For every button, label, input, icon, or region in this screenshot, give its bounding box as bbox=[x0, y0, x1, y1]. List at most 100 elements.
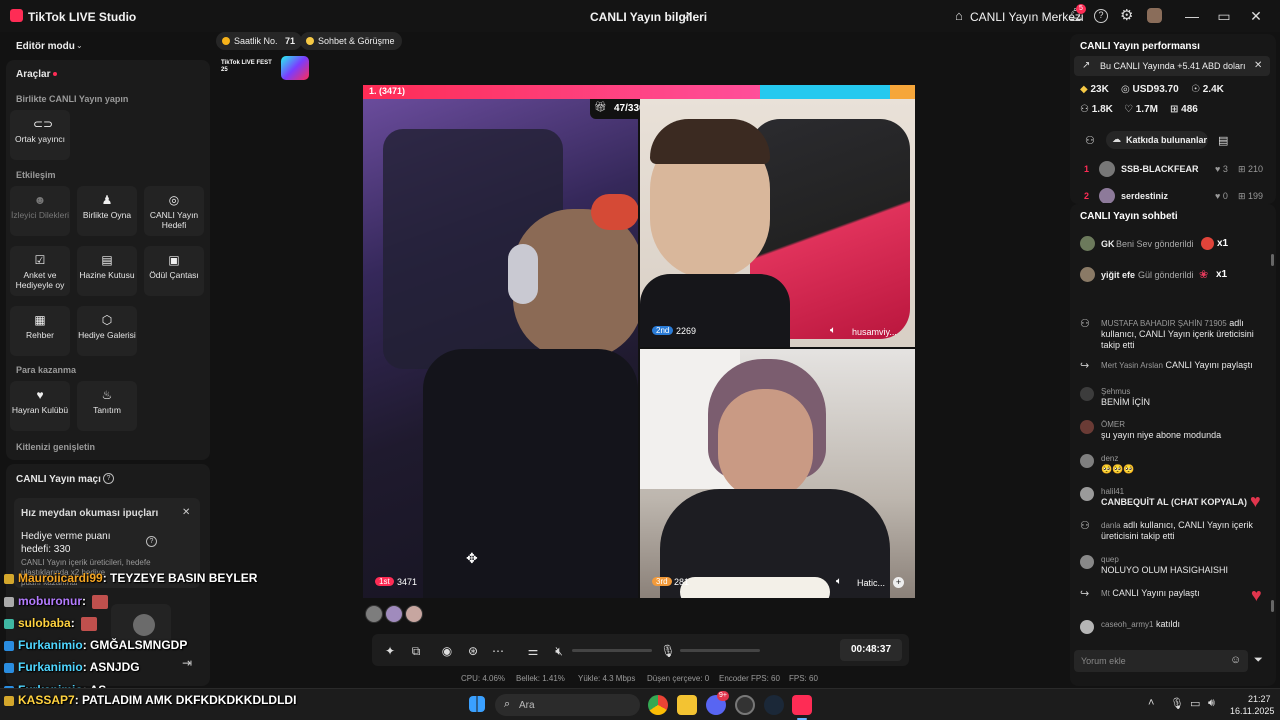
leaderboard-avatar bbox=[1099, 161, 1115, 177]
tile-promote[interactable]: ♨ Tanıtım bbox=[77, 381, 137, 431]
volume-icon[interactable]: 🔊︎ bbox=[1208, 697, 1215, 710]
add-user-icon[interactable]: ⚇ bbox=[1085, 134, 1095, 147]
tile-reward-bag[interactable]: ▣ Ödül Çantası bbox=[144, 246, 204, 296]
chat-avatar bbox=[1080, 555, 1094, 569]
windows-start-icon[interactable] bbox=[469, 696, 485, 712]
comment-input[interactable]: Yorum ekle bbox=[1081, 656, 1126, 666]
contributors-tab[interactable]: ☁ Katkıda bulunanlar bbox=[1106, 131, 1208, 149]
tile-treasure-box[interactable]: ▤ Hazine Kutusu bbox=[77, 246, 137, 296]
emoji-icon[interactable]: ☺ bbox=[1230, 654, 1241, 666]
food-plate bbox=[680, 577, 830, 598]
microphone-icon[interactable]: 🎙︎ bbox=[1170, 697, 1184, 710]
clock-time[interactable]: 21:27 bbox=[1248, 694, 1271, 704]
tips-close-icon[interactable]: ✕ bbox=[182, 507, 190, 518]
tile-poll[interactable]: ☑ Anket ve Hediyeyle oy bbox=[10, 246, 70, 296]
leaderboard-row[interactable]: 1 SSB-BLACKFEAR ♥ 3 ⊞ 210 bbox=[1080, 160, 1270, 180]
minimize-button[interactable]: — bbox=[1180, 6, 1204, 26]
maximize-button[interactable]: ▭ bbox=[1212, 6, 1236, 26]
tile-play-together[interactable]: ♟ Birlikte Oyna bbox=[77, 186, 137, 236]
live-fest-badge[interactable]: TikTok LIVE FEST 25 bbox=[219, 56, 311, 80]
chat-message: ÖMER şu yayın niye abone modunda bbox=[1080, 419, 1270, 441]
speaker-icon[interactable]: 🔈︎ bbox=[836, 576, 842, 587]
player-2-video[interactable]: 2nd 2269 🔈︎ husamviy... bbox=[640, 99, 915, 347]
info-icon[interactable]: ? bbox=[103, 473, 114, 484]
player-3-score: 281 bbox=[674, 577, 690, 587]
gift-notice-row: yiğit efe Gül gönderildi ❀ x1 bbox=[1080, 267, 1260, 283]
fps-stat: FPS: 60 bbox=[789, 674, 818, 683]
tile-guide[interactable]: ▦ Rehber bbox=[10, 306, 70, 356]
more-icon[interactable]: ⋯ bbox=[490, 644, 506, 658]
camera-settings-icon[interactable]: ⊛ bbox=[465, 644, 481, 658]
leaderboard-name: serdestiniz bbox=[1121, 191, 1169, 201]
headphone-shape bbox=[508, 244, 538, 304]
viewer-avatars[interactable] bbox=[365, 605, 427, 623]
tiktok-live-studio-icon[interactable] bbox=[792, 695, 812, 715]
steam-icon[interactable] bbox=[764, 695, 784, 715]
clock-date[interactable]: 16.11.2025 bbox=[1230, 706, 1274, 716]
gift-gallery-icon: ⬡ bbox=[101, 313, 113, 327]
add-icon[interactable]: + bbox=[893, 577, 904, 588]
comment-input-box[interactable]: Yorum ekle ☺ bbox=[1074, 650, 1248, 672]
layout-icon[interactable]: ⧉ bbox=[408, 644, 424, 658]
treasure-icon: ▤ bbox=[101, 253, 113, 267]
player-3-video[interactable]: 3rd 281 🔈︎ Hatic... + bbox=[640, 349, 915, 598]
editor-mode-dropdown[interactable]: Editör modu bbox=[16, 41, 75, 52]
gift-goal-label: Hediye verme puanı hedefi: 330 bbox=[21, 531, 111, 555]
help-icon[interactable]: ? bbox=[1094, 9, 1108, 23]
book-icon: ▦ bbox=[34, 313, 46, 327]
gift-goal-help-icon[interactable]: ? bbox=[146, 536, 157, 547]
battle-orange-segment bbox=[890, 85, 915, 99]
floating-heart-icon: ♥ bbox=[1251, 585, 1262, 605]
leaderboard-row[interactable]: 2 serdestiniz ♥ 0 ⊞ 199 bbox=[1080, 187, 1270, 203]
record-icon[interactable]: ◉ bbox=[439, 644, 455, 658]
leaderboard-hearts: ♥ 3 bbox=[1215, 164, 1228, 174]
gift-count: x1 bbox=[1217, 238, 1229, 249]
taskbar-search[interactable]: ⌕ Ara bbox=[495, 694, 640, 716]
chrome-icon[interactable] bbox=[648, 695, 668, 715]
microphone-icon[interactable]: 🎙︎ bbox=[660, 644, 676, 658]
category-chip[interactable]: Sohbet & Görüşme bbox=[300, 32, 402, 50]
settings-gear-icon[interactable]: ⚙ bbox=[1120, 6, 1133, 24]
chat-message: ⚇ danla adlı kullanıcı, CANLI Yayın içer… bbox=[1080, 520, 1253, 541]
share-icon[interactable]: ↗ bbox=[682, 9, 692, 23]
live-chat-title: CANLI Yayın sohbeti bbox=[1080, 211, 1178, 222]
follow-icon: ⚇ bbox=[1080, 318, 1090, 330]
speaker-volume-slider[interactable] bbox=[572, 649, 652, 652]
hourly-rank-value: 71 bbox=[285, 36, 296, 46]
list-icon[interactable]: ▤ bbox=[1218, 134, 1228, 147]
hourly-rank-chip[interactable]: Saatlik No. 71 bbox=[216, 32, 303, 50]
profile-avatar[interactable] bbox=[1147, 8, 1162, 23]
app-icon[interactable] bbox=[735, 695, 755, 715]
tile-co-host[interactable]: ⊂⊃ Ortak yayıncı bbox=[10, 110, 70, 160]
editor-mode-panel: Editör modu ⌄ bbox=[6, 34, 210, 58]
speaker-mute-icon[interactable]: 🔇︎ bbox=[551, 644, 567, 658]
equalizer-icon[interactable]: ⚌ bbox=[525, 644, 541, 658]
chat-scrollbar[interactable] bbox=[1271, 254, 1274, 266]
tile-gift-gallery[interactable]: ⬡ Hediye Galerisi bbox=[77, 306, 137, 356]
tile-live-goal[interactable]: ◎ CANLI Yayın Hedefi bbox=[144, 186, 204, 236]
poll-icon: ☑ bbox=[34, 253, 46, 267]
user-badge-icon bbox=[4, 618, 14, 629]
taskbar-search-input[interactable]: Ara bbox=[519, 700, 535, 711]
earning-close-icon[interactable]: ✕ bbox=[1254, 60, 1262, 71]
stream-control-bar: ✦ ⧉ ◉ ⊛ ⋯ ⚌ 🔇︎ 🎙︎ 00:48:37 bbox=[372, 634, 909, 666]
mic-volume-slider[interactable] bbox=[680, 649, 760, 652]
display-icon[interactable]: ▭ bbox=[1190, 697, 1200, 710]
filter-icon[interactable]: ⏷ bbox=[1254, 654, 1263, 667]
chevron-up-icon[interactable]: ˄ bbox=[1148, 697, 1154, 709]
chat-scrollbar[interactable] bbox=[1271, 600, 1274, 612]
tile-viewer-requests[interactable]: ☻ İzleyici Dilekleri bbox=[10, 186, 70, 236]
close-button[interactable]: ✕ bbox=[1244, 6, 1268, 26]
dollar-icon: ◎ bbox=[1121, 84, 1130, 95]
exit-icon[interactable]: ⇥ bbox=[182, 656, 192, 670]
title-bar: TikTok LIVE Studio CANLI Yayın bilgileri… bbox=[0, 0, 1280, 32]
player-1-video[interactable]: 1st 3471 ✥ bbox=[363, 99, 638, 598]
tile-fan-club[interactable]: ♥ Hayran Kulübü bbox=[10, 381, 70, 431]
earning-banner[interactable]: ↗ Bu CANLI Yayında +5.41 ABD doları ✕ bbox=[1074, 56, 1270, 76]
file-explorer-icon[interactable] bbox=[677, 695, 697, 715]
follow-icon: ⚇ bbox=[1080, 520, 1090, 532]
speaker-icon[interactable]: 🔈︎ bbox=[830, 325, 836, 336]
discord-badge: 9+ bbox=[717, 691, 729, 701]
magic-wand-icon[interactable]: ✦ bbox=[382, 644, 398, 658]
tools-red-dot bbox=[53, 72, 57, 76]
